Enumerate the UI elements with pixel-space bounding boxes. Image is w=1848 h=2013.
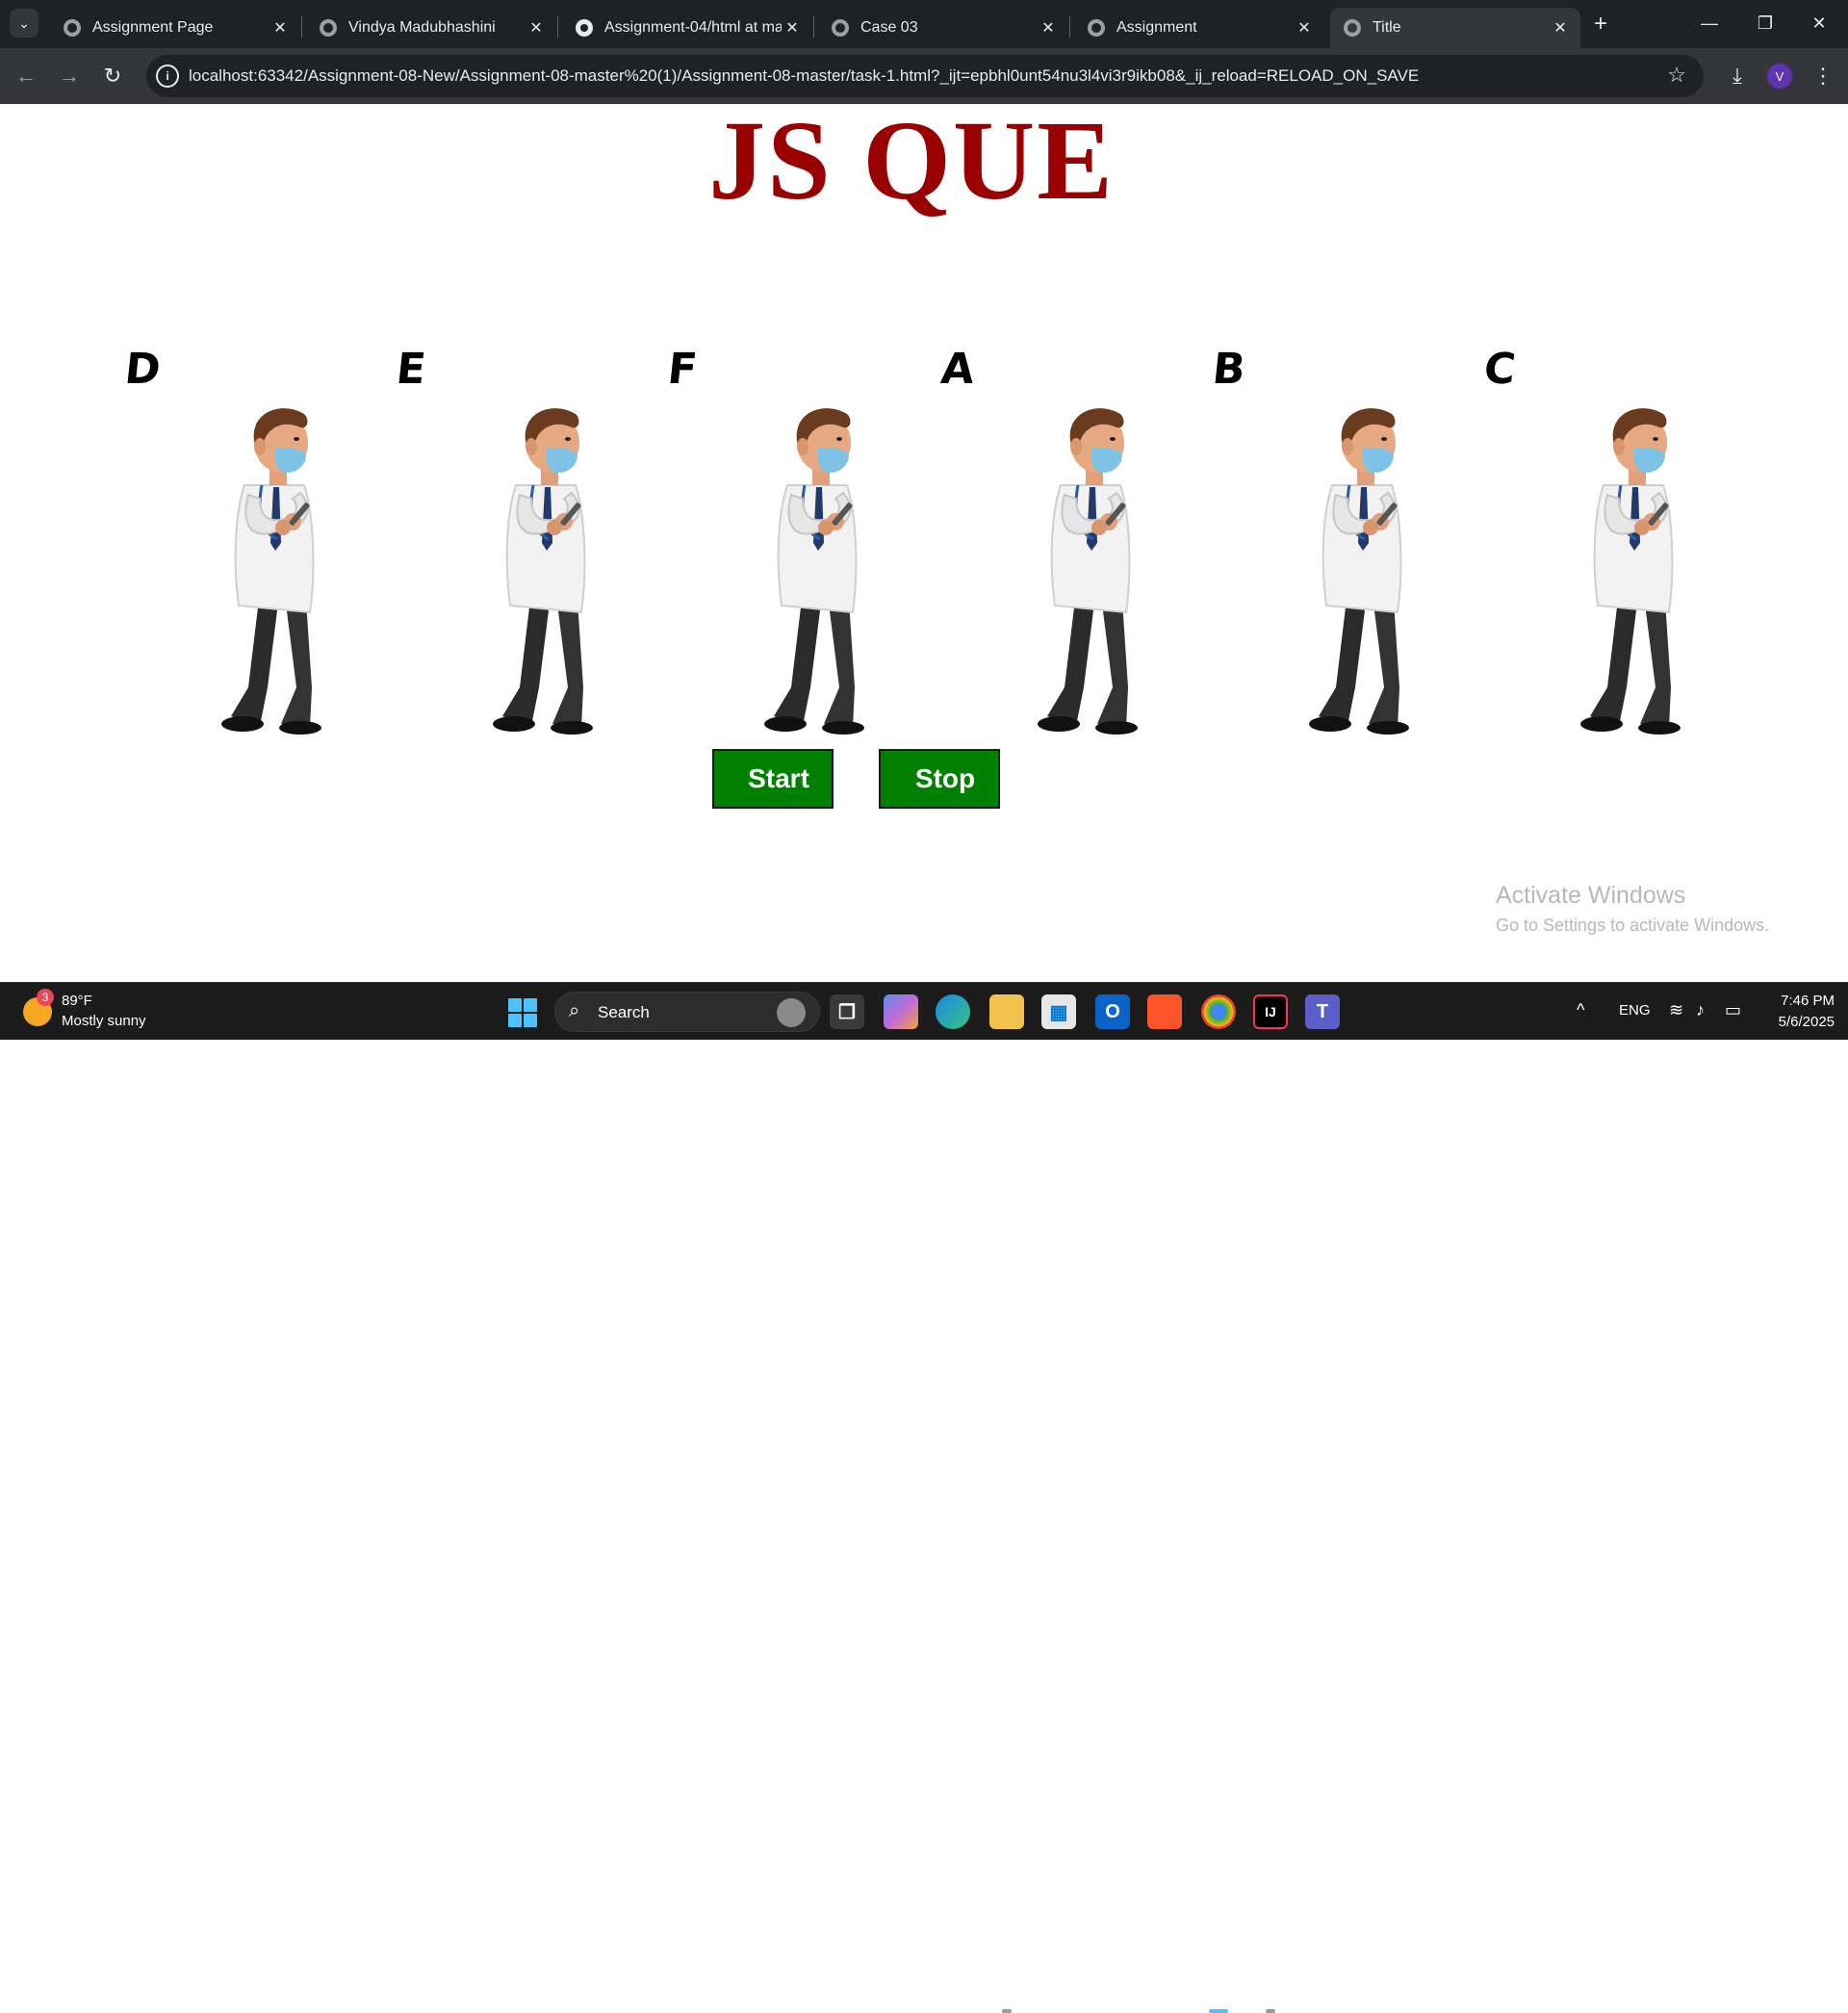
tab-case-03[interactable]: Case 03 ✕ <box>818 8 1068 48</box>
github-icon <box>576 19 593 37</box>
search-icon: ⌕ <box>569 1000 580 1021</box>
doctor-figure-image <box>1307 406 1411 736</box>
browser-menu-icon[interactable]: ⋮ <box>1810 60 1836 92</box>
volume-icon[interactable]: ♪ <box>1696 1000 1705 1020</box>
wifi-icon[interactable]: ≋ <box>1669 1000 1683 1020</box>
language-indicator[interactable]: ENG <box>1619 1002 1651 1019</box>
tab-search-button[interactable]: ⌄ <box>10 9 38 38</box>
tab-title: Assignment Page <box>92 19 214 36</box>
reload-icon[interactable]: ↻ <box>96 60 129 92</box>
globe-icon <box>64 19 81 37</box>
stop-button[interactable]: Stop <box>879 749 1000 809</box>
clock-date[interactable]: 5/6/2025 <box>1758 1014 1835 1030</box>
tab-title: Vindya Madubhashini <box>348 19 496 36</box>
web-page: JS QUE D E F A B C Start Stop Activate W… <box>0 104 1848 982</box>
close-icon[interactable]: ✕ <box>1294 18 1315 38</box>
brave-icon[interactable] <box>1147 994 1182 1029</box>
task-view-icon[interactable]: ❐ <box>830 994 864 1029</box>
browser-tab-strip: ⌄ Assignment Page ✕ Vindya Madubhashini … <box>0 0 1848 48</box>
controls: Start Stop <box>0 749 1848 809</box>
slot-letter: B <box>1210 345 1248 394</box>
url-text[interactable]: localhost:63342/Assignment-08-New/Assign… <box>189 66 1419 86</box>
tab-github-assignment-04[interactable]: Assignment-04/html at ma ✕ <box>562 8 812 48</box>
window-close-icon[interactable]: ✕ <box>1800 8 1838 39</box>
tab-title: Assignment-04/html at ma <box>604 19 782 36</box>
tab-vindya-madubhashini[interactable]: Vindya Madubhashini ✕ <box>306 8 556 48</box>
watermark-title: Activate Windows <box>1496 882 1686 909</box>
taskbar: 3 89°F Mostly sunny ⌕ Search ❐ ▦ O IJ T … <box>0 982 1848 2013</box>
address-bar[interactable]: i localhost:63342/Assignment-08-New/Assi… <box>146 55 1704 97</box>
close-icon[interactable]: ✕ <box>270 18 291 38</box>
globe-icon <box>1088 19 1105 37</box>
doctor-figure-image <box>1036 406 1140 736</box>
slot-letter: F <box>665 345 700 394</box>
tab-title: Assignment <box>1116 19 1197 36</box>
chevron-up-icon[interactable]: ^ <box>1577 1000 1584 1020</box>
restore-icon[interactable]: ❐ <box>1746 8 1784 39</box>
notification-badge: 3 <box>37 989 54 1006</box>
doctor-figure-image <box>1578 406 1682 736</box>
globe-icon <box>320 19 337 37</box>
globe-icon <box>1344 19 1361 37</box>
copilot-icon[interactable] <box>884 994 918 1029</box>
active-indicator <box>1209 2009 1228 2013</box>
slot-letter: D <box>122 345 164 394</box>
slot-letter: A <box>938 345 977 394</box>
file-explorer-icon[interactable] <box>989 994 1024 1029</box>
taskbar-search[interactable]: ⌕ Search <box>554 992 820 1032</box>
intellij-icon[interactable]: IJ <box>1253 994 1288 1029</box>
tab-title: Case 03 <box>860 19 918 36</box>
back-arrow-icon[interactable]: ← <box>10 60 42 92</box>
tab-title: Title <box>1373 19 1401 36</box>
clock-time[interactable]: 7:46 PM <box>1767 993 1835 1009</box>
doctor-figure-image <box>219 406 323 736</box>
teams-icon[interactable]: T <box>1305 994 1340 1029</box>
chrome-icon[interactable] <box>1201 994 1236 1029</box>
tab-separator <box>557 16 558 38</box>
microsoft-store-icon[interactable]: ▦ <box>1041 994 1076 1029</box>
close-icon[interactable]: ✕ <box>1038 18 1059 38</box>
tab-title-active[interactable]: Title ✕ <box>1330 8 1580 48</box>
edge-icon[interactable] <box>936 994 970 1029</box>
battery-icon[interactable]: ▭ <box>1725 1000 1741 1020</box>
download-icon[interactable]: ⤓ <box>1721 60 1754 92</box>
tab-separator <box>813 16 814 38</box>
bookmark-star-icon[interactable]: ☆ <box>1667 63 1686 88</box>
doctor-figure-image <box>491 406 595 736</box>
outlook-icon[interactable]: O <box>1095 994 1130 1029</box>
slot-letter: C <box>1481 345 1518 394</box>
tab-assignment[interactable]: Assignment ✕ <box>1074 8 1324 48</box>
activate-windows-watermark: Activate Windows Go to Settings to activ… <box>1496 882 1769 936</box>
start-button[interactable]: Start <box>712 749 834 809</box>
close-icon[interactable]: ✕ <box>526 18 547 38</box>
minimize-icon[interactable]: — <box>1690 8 1729 39</box>
doctor-figure-image <box>762 406 866 736</box>
search-label: Search <box>598 1003 650 1021</box>
running-indicator <box>1266 2009 1275 2013</box>
globe-icon <box>832 19 849 37</box>
site-info-icon[interactable]: i <box>156 65 179 88</box>
page-title: JS QUE <box>708 97 1115 223</box>
weather-temperature: 89°F <box>62 993 92 1009</box>
search-highlight-image <box>777 998 806 1027</box>
close-icon[interactable]: ✕ <box>1550 18 1571 38</box>
windows-start-icon[interactable] <box>508 998 537 1027</box>
weather-condition: Mostly sunny <box>62 1013 146 1029</box>
close-icon[interactable]: ✕ <box>782 18 803 38</box>
tab-assignment-page[interactable]: Assignment Page ✕ <box>50 8 300 48</box>
watermark-subtitle: Go to Settings to activate Windows. <box>1496 916 1770 935</box>
slot-letter: E <box>394 345 428 394</box>
tab-separator <box>301 16 302 38</box>
tab-separator <box>1069 16 1070 38</box>
running-indicator <box>1002 2009 1012 2013</box>
profile-avatar[interactable]: V <box>1767 64 1792 89</box>
new-tab-button[interactable]: + <box>1586 10 1615 39</box>
browser-toolbar: ← → ↻ i localhost:63342/Assignment-08-Ne… <box>0 48 1848 104</box>
forward-arrow-icon[interactable]: → <box>53 60 86 92</box>
